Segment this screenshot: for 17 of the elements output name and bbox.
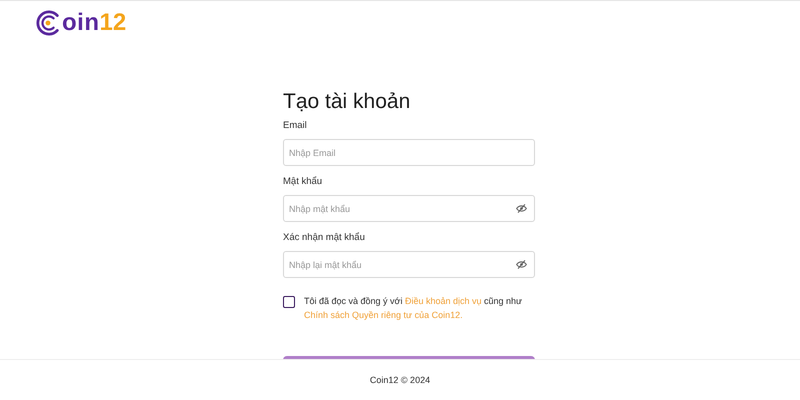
input-field[interactable]: Nhập lại mật khẩu xyxy=(283,251,535,278)
input-field[interactable]: Nhập mật khẩu xyxy=(283,195,535,222)
field-label: Xác nhận mật khẩu xyxy=(283,232,366,243)
eye-slash-icon[interactable] xyxy=(516,259,527,270)
logo-number: 12 xyxy=(100,8,126,36)
field-label: Mật khẩu xyxy=(283,176,324,187)
eye-slash-icon[interactable] xyxy=(516,203,527,214)
logo-icon xyxy=(35,10,61,36)
agree-checkbox[interactable] xyxy=(283,296,295,308)
terms-text: Tôi đã đọc và đồng ý với Điều khoản dịch vụ cũng như Chính sách Quyền riêng tư của Coin12. xyxy=(304,295,524,322)
input-field[interactable]: Nhập Email xyxy=(283,139,535,166)
terms-link[interactable]: Điều khoản dịch vụ xyxy=(404,296,482,306)
footer-text: Coin12 © 2024 xyxy=(370,375,430,385)
logo-text: oin xyxy=(62,8,100,36)
terms-link[interactable]: Chính sách Quyền riêng tư của Coin12. xyxy=(304,310,463,320)
page-title: Tạo tài khoản xyxy=(283,90,412,114)
field-label: Email xyxy=(283,120,308,131)
